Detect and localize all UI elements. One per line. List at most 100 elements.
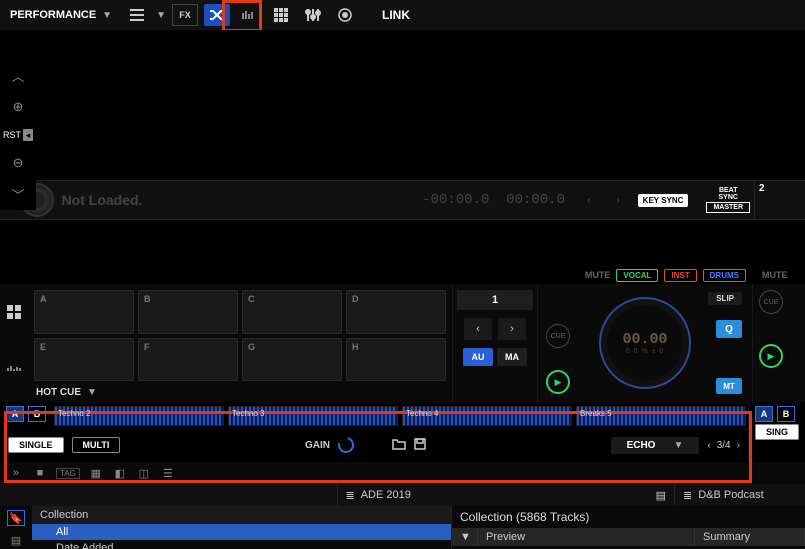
multi-mode-button[interactable]: MULTI: [72, 437, 121, 453]
cue-button-1[interactable]: CUE: [546, 324, 570, 348]
pad-b[interactable]: B: [138, 290, 238, 334]
bank-b-button-2[interactable]: B: [777, 406, 795, 422]
sample-slot-4[interactable]: Breaks 5: [576, 406, 746, 426]
sample-slot-3[interactable]: Techno 4: [402, 406, 572, 426]
mode-dropdown[interactable]: PERFORMANCE ▼: [4, 7, 118, 23]
single-mode-button-2[interactable]: SING: [755, 424, 799, 440]
master-button[interactable]: MASTER: [706, 202, 750, 213]
chevron-down-icon[interactable]: ﹀: [11, 185, 24, 204]
bpm-display: 00.00: [622, 331, 667, 348]
pad-wave-view-icon[interactable]: [7, 364, 21, 381]
quantize-button[interactable]: Q: [716, 320, 742, 338]
collection-tree-icon[interactable]: ▤: [7, 532, 25, 548]
tree-item-all[interactable]: All: [32, 524, 451, 540]
beat-next-icon[interactable]: ›: [498, 318, 526, 340]
mode-label: PERFORMANCE: [10, 9, 96, 21]
sample-slot-1[interactable]: Techno 2: [54, 406, 224, 426]
waveform-left-rail: ︿ ⊕ RST◂ ⊖ ﹀: [0, 60, 36, 210]
pad-a[interactable]: A: [34, 290, 134, 334]
key-sync-button[interactable]: KEY SYNC: [638, 194, 689, 207]
prev-track-icon[interactable]: ‹: [587, 195, 590, 206]
link-button[interactable]: LINK: [382, 8, 410, 22]
pad-e[interactable]: E: [34, 338, 134, 382]
page-prev-icon[interactable]: ‹: [707, 440, 710, 451]
pad-c[interactable]: C: [242, 290, 342, 334]
chevron-down-icon: ▼: [87, 387, 97, 398]
playlist-icon[interactable]: ▤: [656, 489, 666, 502]
list-icon: ≣: [683, 489, 692, 502]
sampler-icon[interactable]: [236, 4, 262, 26]
bank-b-button[interactable]: B: [28, 406, 46, 422]
mute-label-2: MUTE: [762, 270, 788, 280]
view-compact-icon[interactable]: ▦: [88, 466, 104, 480]
col-summary[interactable]: Summary: [695, 528, 805, 546]
view-half-icon[interactable]: ◧: [112, 466, 128, 480]
chevron-up-icon[interactable]: ︿: [11, 66, 24, 85]
fx-select-dropdown[interactable]: ECHO▼: [611, 437, 700, 454]
breadcrumb-dnb[interactable]: D&B Podcast: [698, 489, 763, 501]
gain-label: GAIN: [305, 440, 330, 451]
bookmark-icon[interactable]: 🔖: [7, 510, 25, 526]
view-list-icon[interactable]: ☰: [160, 466, 176, 480]
deck1-time: -00:00.0 00:00.0: [422, 192, 565, 208]
mute-label-1: MUTE: [585, 270, 611, 280]
fx-button[interactable]: FX: [172, 4, 198, 26]
folder-open-icon[interactable]: [392, 438, 406, 453]
bank-a-button[interactable]: A: [6, 406, 24, 422]
hotcue-dropdown[interactable]: HOT CUE▼: [28, 387, 452, 402]
view-split-icon[interactable]: ◫: [136, 466, 152, 480]
stop-icon[interactable]: ■: [32, 466, 48, 480]
reset-button[interactable]: RST◂: [3, 129, 33, 141]
chevron-down-icon: ▼: [102, 10, 112, 21]
inst-stem-button[interactable]: INST: [664, 269, 696, 282]
breadcrumb-ade[interactable]: ADE 2019: [361, 489, 411, 501]
deck1-not-loaded: Not Loaded.: [62, 192, 143, 208]
deck2-number: 2: [759, 183, 765, 194]
next-track-icon[interactable]: ›: [616, 195, 619, 206]
shuffle-icon[interactable]: [204, 4, 230, 26]
layout-menu-icon[interactable]: [124, 4, 150, 26]
chevron-down-icon: ▼: [673, 440, 683, 451]
grid-icon[interactable]: [268, 4, 294, 26]
beat-prev-icon[interactable]: ‹: [464, 318, 492, 340]
save-icon[interactable]: [414, 438, 426, 453]
slip-button[interactable]: SLIP: [708, 292, 742, 305]
auto-button[interactable]: AU: [463, 348, 493, 366]
zoom-out-icon[interactable]: ⊖: [13, 155, 24, 171]
pad-d[interactable]: D: [346, 290, 446, 334]
page-indicator: 3/4: [717, 440, 731, 451]
pad-g[interactable]: G: [242, 338, 342, 382]
pad-grid-view-icon[interactable]: [7, 305, 21, 322]
single-mode-button[interactable]: SINGLE: [8, 437, 64, 453]
record-icon[interactable]: [332, 4, 358, 26]
caret-left-icon: ◂: [23, 129, 33, 141]
gain-knob[interactable]: [335, 434, 357, 456]
tree-item-date[interactable]: Date Added: [32, 540, 451, 549]
list-icon: ≣: [346, 489, 355, 502]
pitch-display: 0 0 % ± 0: [626, 348, 665, 355]
filter-column-icon[interactable]: ▼: [452, 528, 478, 546]
play-button-2[interactable]: ▶: [759, 344, 783, 368]
sample-slot-2[interactable]: Techno 3: [228, 406, 398, 426]
mixer-icon[interactable]: [300, 4, 326, 26]
manual-button[interactable]: MA: [497, 348, 527, 366]
beat-counter: 1: [457, 290, 533, 310]
col-preview[interactable]: Preview: [478, 528, 695, 546]
layout-chevron-icon: ▼: [156, 10, 166, 21]
play-button-1[interactable]: ▶: [546, 370, 570, 394]
vocal-stem-button[interactable]: VOCAL: [616, 269, 658, 282]
bank-a-button-2[interactable]: A: [755, 406, 773, 422]
jog-wheel-1[interactable]: 00.00 0 0 % ± 0: [599, 297, 691, 389]
tree-root[interactable]: Collection: [32, 506, 451, 524]
pad-h[interactable]: H: [346, 338, 446, 382]
drums-stem-button[interactable]: DRUMS: [703, 269, 746, 282]
pad-f[interactable]: F: [138, 338, 238, 382]
master-tempo-button[interactable]: MT: [716, 378, 742, 394]
page-next-icon[interactable]: ›: [737, 440, 740, 451]
browser-chevron-icon[interactable]: »: [8, 466, 24, 480]
tag-button[interactable]: TAG: [56, 468, 80, 479]
collection-title: Collection (5868 Tracks): [452, 506, 805, 528]
zoom-in-icon[interactable]: ⊕: [13, 99, 24, 115]
beat-sync-button[interactable]: BEATSYNC: [718, 187, 737, 201]
cue-button-2[interactable]: CUE: [759, 290, 783, 314]
